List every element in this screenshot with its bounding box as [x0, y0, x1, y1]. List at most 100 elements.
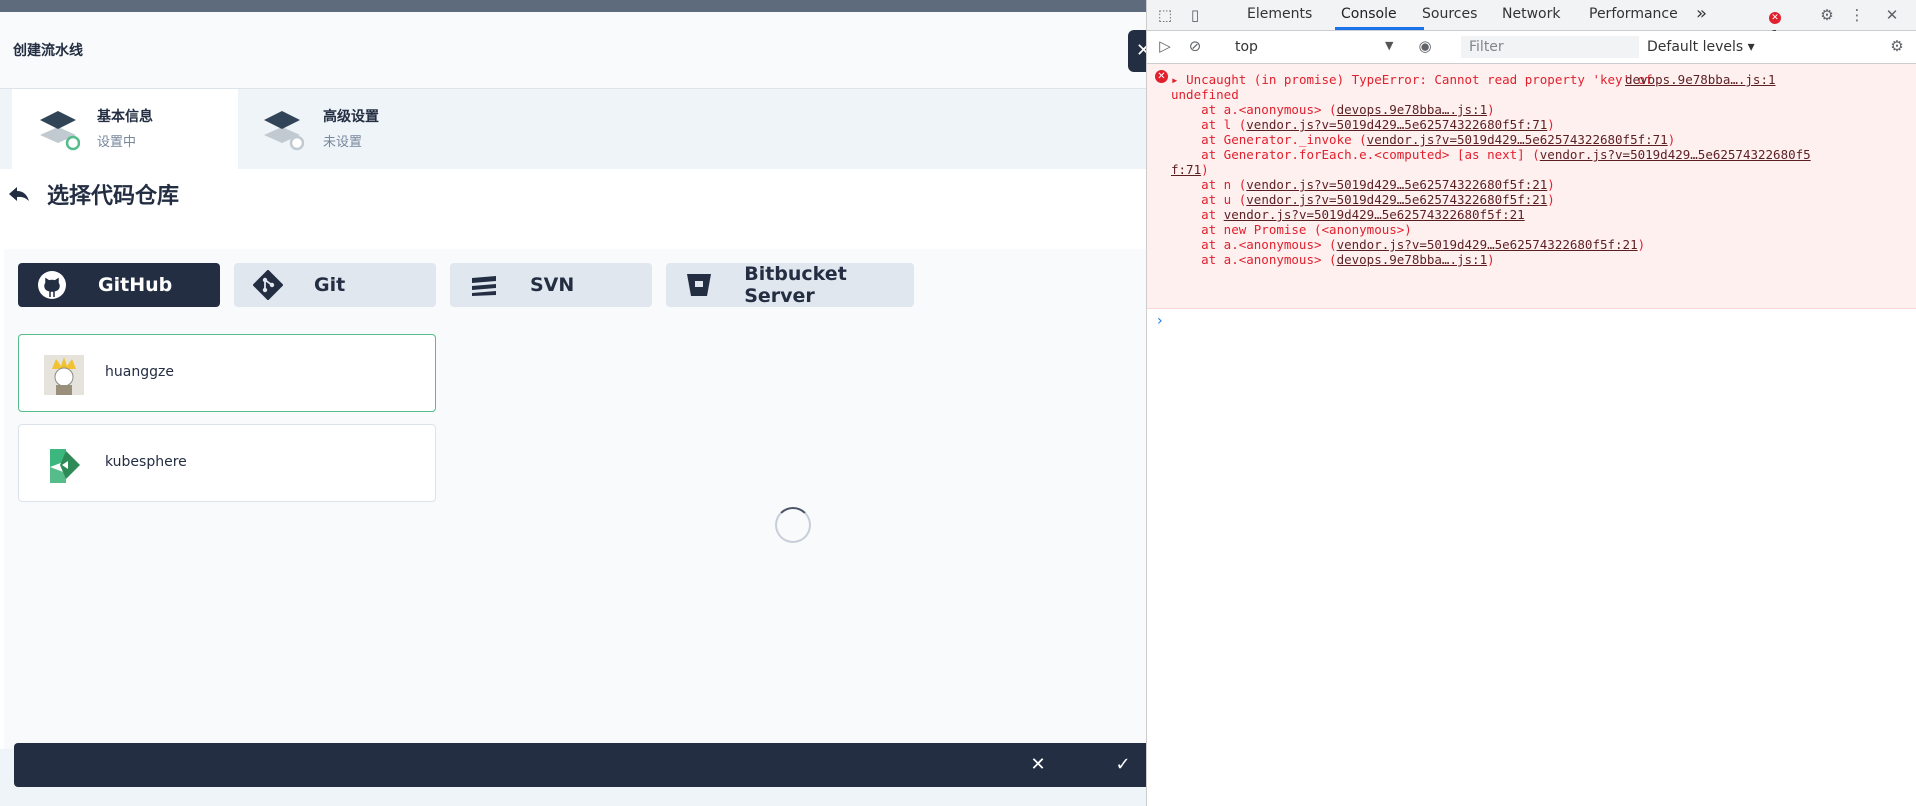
eye-icon[interactable]: ◉	[1415, 36, 1435, 56]
svn-icon	[468, 269, 500, 301]
stack-frame-text: at	[1171, 207, 1224, 222]
context-selector[interactable]: top	[1235, 39, 1258, 55]
error-source-link[interactable]: devops.9e78bba….js:1	[1625, 72, 1776, 87]
layers-icon	[264, 111, 304, 151]
section-title: 选择代码仓库	[47, 184, 180, 209]
stack-frame-link[interactable]: devops.9e78bba….js:1	[1337, 102, 1488, 117]
sidebar-toggle-icon[interactable]: ▷	[1155, 36, 1175, 56]
error-text: Uncaught (in promise) TypeError: Cannot …	[1186, 72, 1653, 87]
main-panel: 选择代码仓库 GitHub Git SVN Bitbucket Server h…	[0, 169, 1146, 749]
error-icon: ✕	[1155, 70, 1168, 83]
stack-frame: at Generator._invoke (vendor.js?v=5019d4…	[1171, 132, 1675, 147]
more-tabs-button[interactable]: »	[1696, 3, 1707, 24]
stack-frame-link[interactable]: vendor.js?v=5019d429…5e62574322680f5	[1540, 147, 1811, 162]
stack-frame-text: at l (	[1171, 117, 1247, 132]
stack-frame: at Generator.forEach.e.<computed> [as ne…	[1171, 147, 1811, 162]
account-card-kubesphere[interactable]: kubesphere	[18, 424, 436, 502]
filter-input[interactable]: Filter	[1461, 36, 1639, 58]
tab-git[interactable]: Git	[234, 263, 436, 307]
step-status: 设置中	[97, 135, 137, 150]
tab-github[interactable]: GitHub	[18, 263, 220, 307]
stack-frame-text: )	[1487, 102, 1495, 117]
tab-sources[interactable]: Sources	[1422, 6, 1477, 22]
filter-placeholder: Filter	[1469, 39, 1504, 55]
stack-frame-text: at a.<anonymous> (	[1171, 252, 1337, 267]
layers-icon	[40, 111, 80, 151]
stack-frame-link[interactable]: vendor.js?v=5019d429…5e62574322680f5f:21	[1246, 177, 1547, 192]
git-icon	[252, 269, 284, 301]
user-avatar	[44, 355, 84, 395]
stack-frame-link[interactable]: vendor.js?v=5019d429…5e62574322680f5f:71	[1246, 117, 1547, 132]
stack-frame: at a.<anonymous> (devops.9e78bba….js:1)	[1171, 252, 1495, 267]
settings-gear-icon[interactable]: ⚙	[1817, 5, 1837, 25]
stack-frame-link[interactable]: vendor.js?v=5019d429…5e62574322680f5f:21	[1246, 192, 1547, 207]
step-advanced-settings[interactable]: 高级设置 未设置	[238, 89, 468, 169]
stack-frame-text: at n (	[1171, 177, 1247, 192]
kebab-menu-icon[interactable]: ⋮	[1847, 5, 1867, 25]
error-icon: ✕	[1769, 12, 1781, 24]
tab-label: GitHub	[98, 274, 173, 296]
error-count-badge[interactable]: ✕ 1	[1765, 5, 1785, 44]
chevron-down-icon: ▼	[1385, 39, 1394, 52]
devtools-tab-bar: ⬚ ▯ Elements Console Sources Network Per…	[1147, 0, 1916, 44]
inspect-element-icon[interactable]: ⬚	[1155, 5, 1175, 25]
top-strip	[0, 0, 1146, 12]
account-name: kubesphere	[105, 454, 187, 470]
modal-header: 创建流水线	[0, 12, 1146, 89]
stack-frame-link[interactable]: vendor.js?v=5019d429…5e62574322680f5f:71	[1367, 132, 1668, 147]
stack-frame-link[interactable]: vendor.js?v=5019d429…5e62574322680f5f:21	[1337, 237, 1638, 252]
account-card-huanggze[interactable]: huanggze	[18, 334, 436, 412]
stack-frame: at l (vendor.js?v=5019d429…5e62574322680…	[1171, 117, 1555, 132]
stack-frame-text: at u (	[1171, 192, 1247, 207]
tab-label: Bitbucket Server	[744, 263, 847, 307]
github-icon	[36, 269, 68, 301]
stack-frame: at vendor.js?v=5019d429…5e62574322680f5f…	[1171, 207, 1525, 222]
bitbucket-icon	[684, 269, 714, 301]
step-status: 未设置	[323, 135, 363, 150]
tab-svn[interactable]: SVN	[450, 263, 652, 307]
step-bar: 基本信息 设置中 高级设置 未设置	[0, 89, 1146, 169]
stack-frame-link[interactable]: devops.9e78bba….js:1	[1337, 252, 1488, 267]
stack-frame-text: )	[1547, 192, 1555, 207]
step-name: 高级设置	[323, 109, 379, 125]
back-icon[interactable]	[6, 181, 32, 207]
tab-network[interactable]: Network	[1502, 6, 1560, 22]
error-text-continued: undefined	[1171, 87, 1239, 102]
cancel-button[interactable]: ✕	[1026, 753, 1050, 777]
tab-bitbucket-server[interactable]: Bitbucket Server	[666, 263, 914, 307]
active-tab-underline	[1335, 27, 1424, 30]
stack-frame-text: )	[1547, 177, 1555, 192]
pipeline-create-modal: 创建流水线 基本信息 设置中 高级设置 未设置 选择代码仓库 GitHub Gi…	[0, 0, 1146, 806]
stack-frame: at a.<anonymous> (devops.9e78bba….js:1)	[1171, 102, 1495, 117]
tab-elements[interactable]: Elements	[1247, 6, 1312, 22]
tab-performance[interactable]: Performance	[1589, 6, 1678, 22]
repo-selection-area: GitHub Git SVN Bitbucket Server huanggze…	[4, 249, 1146, 749]
modal-title: 创建流水线	[13, 43, 83, 59]
console-toolbar: ▷ ⊘ top ▼ ◉ Filter Default levels ▾ ⚙	[1147, 31, 1916, 64]
close-devtools-icon[interactable]: ✕	[1882, 5, 1902, 25]
confirm-button[interactable]: ✓	[1111, 753, 1135, 777]
stack-frame-link[interactable]: f:71	[1171, 162, 1201, 177]
stack-frame: at u (vendor.js?v=5019d429…5e62574322680…	[1171, 192, 1555, 207]
clear-console-icon[interactable]: ⊘	[1185, 36, 1205, 56]
error-expand-toggle[interactable]: ▸ Uncaught (in promise) TypeError: Canno…	[1171, 72, 1653, 87]
log-levels-dropdown[interactable]: Default levels ▾	[1647, 39, 1755, 55]
console-settings-icon[interactable]: ⚙	[1887, 36, 1907, 56]
log-levels-label: Default levels	[1647, 39, 1744, 55]
tab-console[interactable]: Console	[1341, 6, 1397, 22]
stack-frame-link[interactable]: vendor.js?v=5019d429…5e62574322680f5f:21	[1224, 207, 1525, 222]
console-prompt[interactable]: ›	[1157, 313, 1163, 329]
stack-frame-text: )	[1667, 132, 1676, 147]
tab-label: Git	[314, 274, 346, 296]
console-error-message: ✕ ▸ Uncaught (in promise) TypeError: Can…	[1147, 64, 1916, 309]
device-toolbar-icon[interactable]: ▯	[1185, 5, 1205, 25]
stack-frame-text: )	[1201, 162, 1209, 177]
stack-frame: at new Promise (<anonymous>)	[1171, 222, 1412, 237]
step-basic-info[interactable]: 基本信息 设置中	[12, 89, 238, 169]
stack-frame-text: at Generator._invoke (	[1171, 132, 1367, 147]
stack-frame-text: at new Promise (<anonymous>)	[1171, 222, 1412, 237]
step-name: 基本信息	[97, 109, 153, 125]
stack-frame: at n (vendor.js?v=5019d429…5e62574322680…	[1171, 177, 1555, 192]
stack-frame-text: )	[1487, 252, 1495, 267]
account-name: huanggze	[105, 364, 174, 380]
